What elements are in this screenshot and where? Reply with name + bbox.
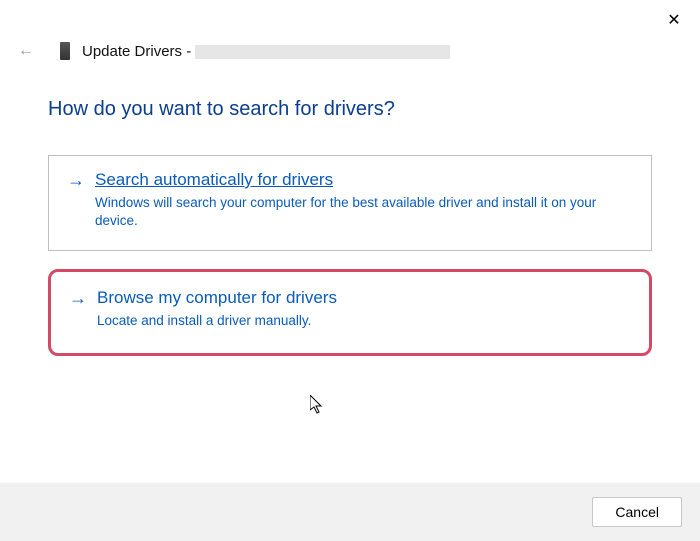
arrow-right-icon: → bbox=[69, 289, 87, 307]
option-header: → Browse my computer for drivers bbox=[69, 288, 631, 308]
option-header: → Search automatically for drivers bbox=[67, 170, 633, 190]
cancel-button[interactable]: Cancel bbox=[592, 497, 682, 527]
close-button[interactable]: ✕ bbox=[660, 6, 688, 34]
option-title: Search automatically for drivers bbox=[95, 170, 333, 190]
option-search-automatically[interactable]: → Search automatically for drivers Windo… bbox=[48, 155, 652, 251]
header: ← Update Drivers - bbox=[0, 0, 700, 68]
title-prefix: Update Drivers - bbox=[82, 43, 195, 60]
device-icon bbox=[60, 42, 70, 60]
option-browse-computer[interactable]: → Browse my computer for drivers Locate … bbox=[48, 269, 652, 355]
close-icon: ✕ bbox=[667, 10, 680, 30]
cursor-icon bbox=[310, 395, 326, 420]
option-title: Browse my computer for drivers bbox=[97, 288, 337, 308]
redacted-device-name bbox=[195, 45, 450, 59]
arrow-right-icon: → bbox=[67, 171, 85, 189]
content-area: How do you want to search for drivers? →… bbox=[0, 68, 700, 356]
option-description: Windows will search your computer for th… bbox=[67, 194, 633, 230]
option-description: Locate and install a driver manually. bbox=[69, 312, 631, 330]
back-arrow-icon[interactable]: ← bbox=[16, 42, 36, 60]
page-heading: How do you want to search for drivers? bbox=[48, 98, 652, 121]
window-title: Update Drivers - bbox=[82, 43, 450, 60]
footer: Cancel bbox=[0, 483, 700, 541]
